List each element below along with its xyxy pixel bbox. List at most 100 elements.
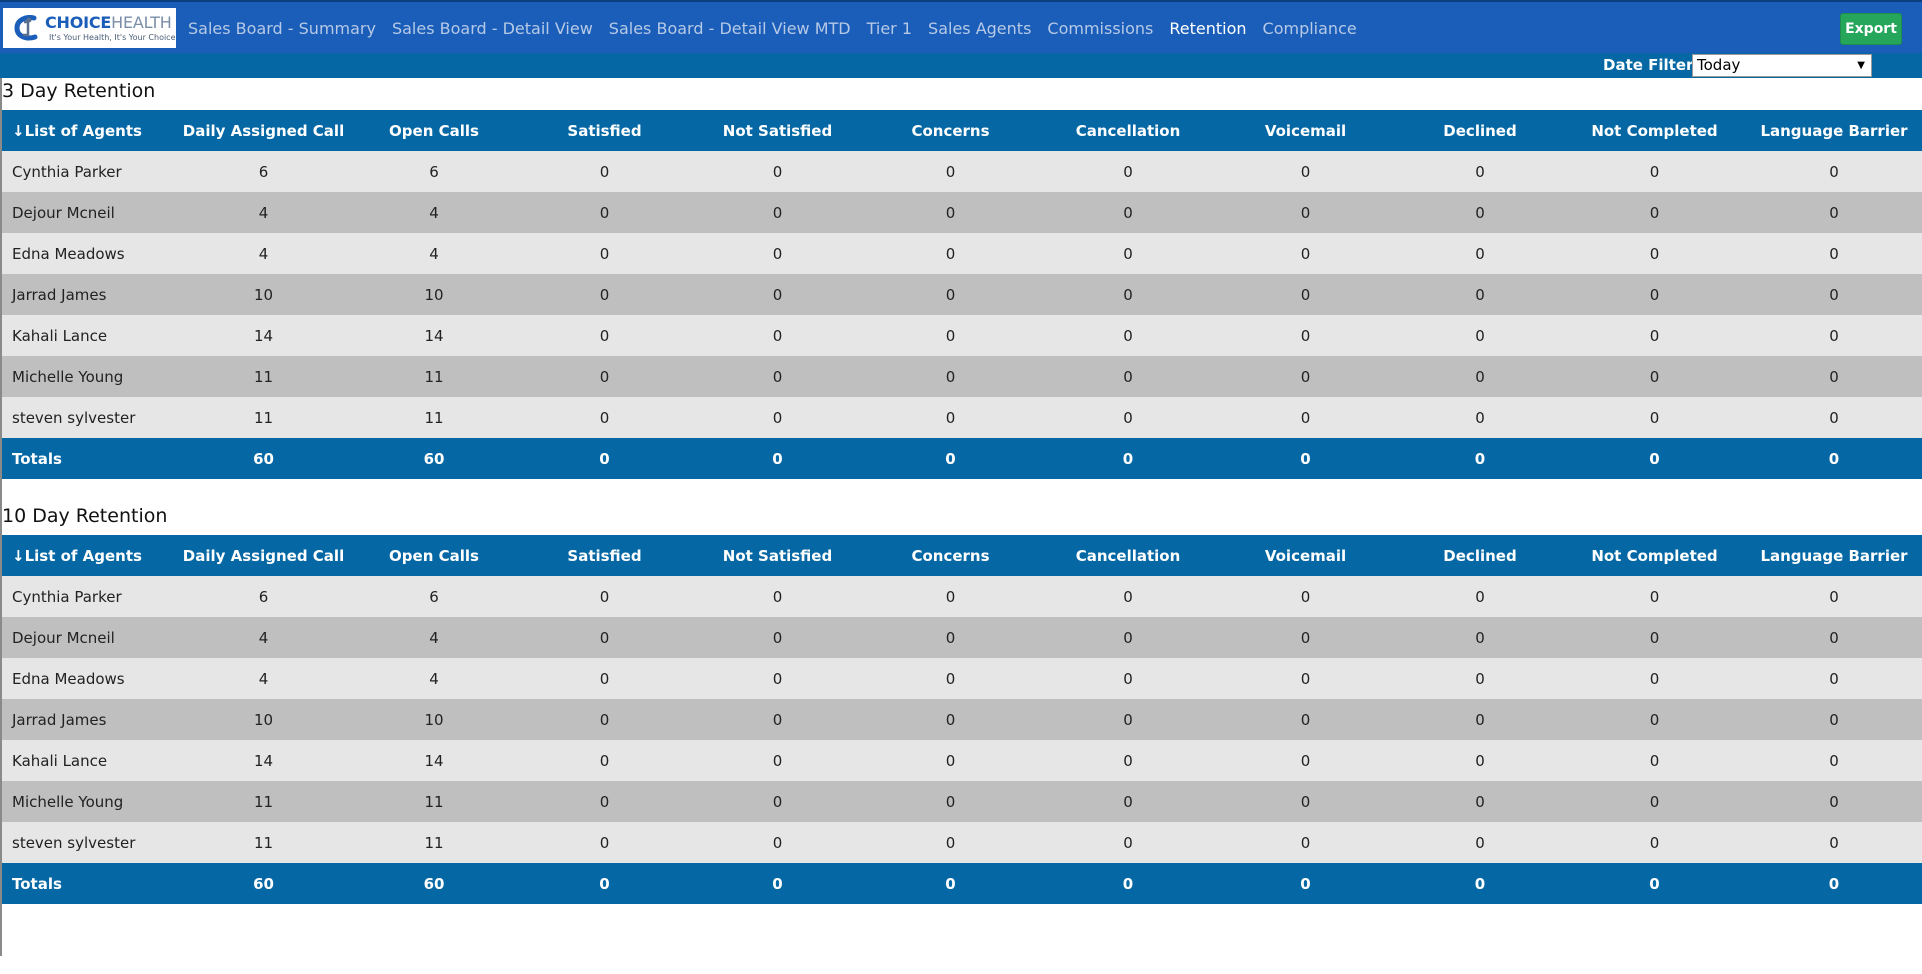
column-header[interactable]: Open Calls — [355, 535, 513, 576]
filter-bar: Date Filter: Today ▼ — [0, 53, 1922, 78]
table-cell: 0 — [513, 233, 696, 274]
column-header[interactable]: Language Barrier — [1746, 110, 1922, 151]
table-header-row: ↓List of Agents Daily Assigned Call Open C… — [2, 110, 1922, 151]
table-cell: 0 — [1746, 192, 1922, 233]
nav-link-tier-1[interactable]: Tier 1 — [867, 19, 912, 38]
nav-link-compliance[interactable]: Compliance — [1263, 19, 1357, 38]
table-cell: 0 — [859, 356, 1042, 397]
column-header[interactable]: Declined — [1397, 535, 1563, 576]
table-row[interactable]: Dejour Mcneil 4 4 0 0 0 0 0 0 0 0 — [2, 192, 1922, 233]
table-row[interactable]: Michelle Young 11 11 0 0 0 0 0 0 0 0 — [2, 781, 1922, 822]
table-cell: 0 — [859, 397, 1042, 438]
nav-link-retention[interactable]: Retention — [1169, 19, 1246, 38]
column-header[interactable]: Not Satisfied — [696, 535, 859, 576]
nav-link-sales-agents[interactable]: Sales Agents — [928, 19, 1031, 38]
table-row[interactable]: steven sylvester 11 11 0 0 0 0 0 0 0 0 — [2, 822, 1922, 863]
table-row[interactable]: Cynthia Parker 6 6 0 0 0 0 0 0 0 0 — [2, 576, 1922, 617]
table-cell: 0 — [1746, 151, 1922, 192]
table-cell: 0 — [1214, 233, 1397, 274]
table-cell: 0 — [1397, 274, 1563, 315]
table-row[interactable]: Jarrad James 10 10 0 0 0 0 0 0 0 0 — [2, 699, 1922, 740]
table-cell: 0 — [513, 397, 696, 438]
nav-link-sales-board-detail-view[interactable]: Sales Board - Detail View — [392, 19, 593, 38]
table-cell: 0 — [1042, 822, 1214, 863]
table-row[interactable]: Jarrad James 10 10 0 0 0 0 0 0 0 0 — [2, 274, 1922, 315]
column-header[interactable]: Declined — [1397, 110, 1563, 151]
table-cell: 0 — [1397, 781, 1563, 822]
totals-cell: 0 — [696, 438, 859, 479]
date-filter-value: Today — [1697, 56, 1741, 74]
agent-name-cell: Dejour Mcneil — [2, 617, 172, 658]
table-cell: 0 — [1746, 356, 1922, 397]
column-header[interactable]: Daily Assigned Call — [172, 535, 355, 576]
column-header[interactable]: Daily Assigned Call — [172, 110, 355, 151]
nav-link-sales-board-summary[interactable]: Sales Board - Summary — [188, 19, 376, 38]
table-row[interactable]: Michelle Young 11 11 0 0 0 0 0 0 0 0 — [2, 356, 1922, 397]
table-row[interactable]: Cynthia Parker 6 6 0 0 0 0 0 0 0 0 — [2, 151, 1922, 192]
table-cell: 0 — [1397, 192, 1563, 233]
table-cell: 0 — [1214, 356, 1397, 397]
totals-cell: 0 — [1397, 863, 1563, 904]
table-cell: 14 — [355, 315, 513, 356]
table-cell: 0 — [1563, 781, 1746, 822]
column-header[interactable]: Cancellation — [1042, 110, 1214, 151]
table-cell: 0 — [696, 576, 859, 617]
agent-name-cell: Cynthia Parker — [2, 576, 172, 617]
column-header[interactable]: Voicemail — [1214, 535, 1397, 576]
table-cell: 11 — [172, 781, 355, 822]
totals-row: Totals 60 60 0 0 0 0 0 0 0 0 — [2, 438, 1922, 479]
table-cell: 0 — [1042, 274, 1214, 315]
table-row[interactable]: Edna Meadows 4 4 0 0 0 0 0 0 0 0 — [2, 658, 1922, 699]
table-cell: 11 — [355, 781, 513, 822]
table-cell: 11 — [172, 822, 355, 863]
table-cell: 0 — [1042, 315, 1214, 356]
column-header[interactable]: Satisfied — [513, 110, 696, 151]
table-row[interactable]: steven sylvester 11 11 0 0 0 0 0 0 0 0 — [2, 397, 1922, 438]
table-cell: 4 — [355, 617, 513, 658]
table-cell: 0 — [1563, 274, 1746, 315]
table-header-row: ↓List of Agents Daily Assigned Call Open C… — [2, 535, 1922, 576]
table-cell: 0 — [1563, 740, 1746, 781]
column-header[interactable]: Language Barrier — [1746, 535, 1922, 576]
totals-cell: 0 — [513, 863, 696, 904]
column-header[interactable]: Concerns — [859, 110, 1042, 151]
agent-name-cell: Kahali Lance — [2, 740, 172, 781]
table-cell: 14 — [355, 740, 513, 781]
column-header[interactable]: Not Completed — [1563, 110, 1746, 151]
table-row[interactable]: Kahali Lance 14 14 0 0 0 0 0 0 0 0 — [2, 740, 1922, 781]
table-cell: 10 — [355, 274, 513, 315]
table-cell: 6 — [172, 151, 355, 192]
brand-logo[interactable]: CHOICEHEALTH It's Your Health, It's Your… — [3, 8, 176, 48]
column-header[interactable]: Not Completed — [1563, 535, 1746, 576]
column-header-agents-sortable[interactable]: ↓List of Agents — [2, 110, 172, 151]
table-cell: 0 — [513, 315, 696, 356]
nav-link-commissions[interactable]: Commissions — [1047, 19, 1153, 38]
column-header-agents-sortable[interactable]: ↓List of Agents — [2, 535, 172, 576]
table-cell: 0 — [513, 274, 696, 315]
nav-link-sales-board-detail-view-mtd[interactable]: Sales Board - Detail View MTD — [609, 19, 851, 38]
table-cell: 0 — [1563, 151, 1746, 192]
table-row[interactable]: Edna Meadows 4 4 0 0 0 0 0 0 0 0 — [2, 233, 1922, 274]
column-header[interactable]: Satisfied — [513, 535, 696, 576]
table-cell: 11 — [355, 356, 513, 397]
table-cell: 0 — [1746, 233, 1922, 274]
table-row[interactable]: Kahali Lance 14 14 0 0 0 0 0 0 0 0 — [2, 315, 1922, 356]
column-header[interactable]: Not Satisfied — [696, 110, 859, 151]
date-filter-select[interactable]: Today ▼ — [1692, 54, 1872, 77]
table-cell: 0 — [1746, 781, 1922, 822]
agent-name-cell: Kahali Lance — [2, 315, 172, 356]
table-cell: 0 — [1397, 822, 1563, 863]
table-cell: 0 — [859, 315, 1042, 356]
export-button[interactable]: Export — [1840, 13, 1902, 45]
column-header[interactable]: Voicemail — [1214, 110, 1397, 151]
table-cell: 0 — [1042, 397, 1214, 438]
column-header[interactable]: Open Calls — [355, 110, 513, 151]
table-cell: 0 — [696, 397, 859, 438]
table-cell: 11 — [172, 356, 355, 397]
brand-name-bold: CHOICE — [45, 13, 112, 32]
table-row[interactable]: Dejour Mcneil 4 4 0 0 0 0 0 0 0 0 — [2, 617, 1922, 658]
section-title-3-day: 3 Day Retention — [2, 80, 156, 102]
column-header[interactable]: Cancellation — [1042, 535, 1214, 576]
column-header[interactable]: Concerns — [859, 535, 1042, 576]
table-cell: 0 — [1397, 699, 1563, 740]
